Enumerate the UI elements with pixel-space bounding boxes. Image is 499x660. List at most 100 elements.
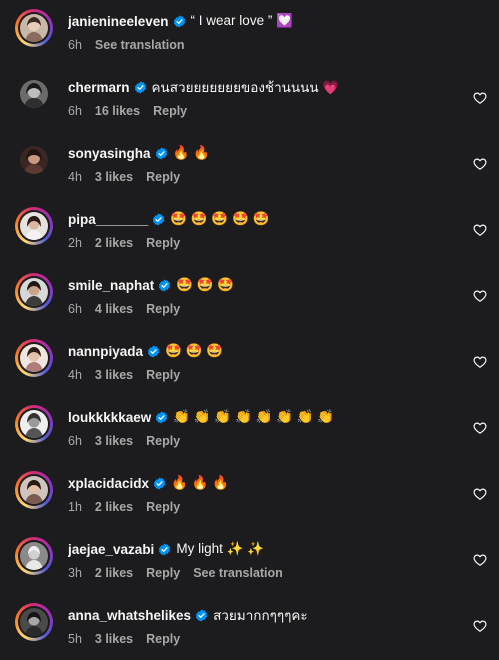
likes-count[interactable]: 2 likes <box>95 500 133 514</box>
avatar-ring[interactable] <box>15 9 53 47</box>
comment-time[interactable]: 4h <box>68 368 82 382</box>
comment-time[interactable]: 6h <box>68 302 82 316</box>
avatar[interactable] <box>20 344 48 372</box>
see-translation-button[interactable]: See translation <box>193 566 283 580</box>
comment-time[interactable]: 4h <box>68 170 82 184</box>
likes-count[interactable]: 3 likes <box>95 632 133 646</box>
verified-badge-icon <box>158 278 171 292</box>
likes-count[interactable]: 2 likes <box>95 566 133 580</box>
avatar[interactable] <box>20 542 48 570</box>
comment-text: 👏 👏 👏 👏 👏 👏 👏 👏 <box>173 409 335 424</box>
comment-text: 🔥 🔥 <box>172 145 210 160</box>
likes-count[interactable]: 2 likes <box>95 236 133 250</box>
comment-text: 🔥 🔥 🔥 <box>171 475 229 490</box>
likes-count[interactable]: 3 likes <box>95 170 133 184</box>
avatar[interactable] <box>20 80 48 108</box>
avatar-ring[interactable] <box>15 339 53 377</box>
comment-time[interactable]: 1h <box>68 500 82 514</box>
comment-item: pipa_______ 🤩 🤩 🤩 🤩 🤩 2h 2 likes Reply <box>0 198 499 264</box>
reply-button[interactable]: Reply <box>146 500 180 514</box>
likes-count[interactable]: 4 likes <box>95 302 133 316</box>
verified-badge-icon <box>147 344 160 358</box>
verified-badge-icon <box>152 212 165 226</box>
comment-item: sonyasingha 🔥 🔥 4h 3 likes Reply <box>0 132 499 198</box>
heart-outline-icon[interactable] <box>473 619 487 633</box>
avatar[interactable] <box>20 278 48 306</box>
comment-username[interactable]: jaejae_vazabi <box>68 542 154 557</box>
reply-button[interactable]: Reply <box>146 302 180 316</box>
comment-username[interactable]: sonyasingha <box>68 146 151 161</box>
reply-button[interactable]: Reply <box>146 236 180 250</box>
comment-text: 🤩 🤩 🤩 🤩 🤩 <box>170 211 270 226</box>
comment-text: My light ✨ ✨ <box>176 541 264 556</box>
avatar[interactable] <box>20 410 48 438</box>
comment-item: nannpiyada 🤩 🤩 🤩 4h 3 likes Reply <box>0 330 499 396</box>
heart-outline-icon[interactable] <box>473 355 487 369</box>
reply-button[interactable]: Reply <box>146 566 180 580</box>
avatar[interactable] <box>20 14 48 42</box>
verified-badge-icon <box>195 608 208 622</box>
comment-time[interactable]: 6h <box>68 434 82 448</box>
likes-count[interactable]: 3 likes <box>95 368 133 382</box>
comment-username[interactable]: janienineeleven <box>68 14 169 29</box>
verified-badge-icon <box>158 542 171 556</box>
avatar-ring[interactable] <box>15 603 53 641</box>
heart-outline-icon[interactable] <box>473 91 487 105</box>
comment-username[interactable]: anna_whatshelikes <box>68 608 191 623</box>
avatar[interactable] <box>20 212 48 240</box>
reply-button[interactable]: Reply <box>146 368 180 382</box>
comment-item: xplacidacidx 🔥 🔥 🔥 1h 2 likes Reply <box>0 462 499 528</box>
verified-badge-icon <box>173 14 186 28</box>
avatar-ring[interactable] <box>15 405 53 443</box>
comment-item: jaejae_vazabi My light ✨ ✨ 3h 2 likes Re… <box>0 528 499 594</box>
comment-text: คนสวยยยยยยยของช้านนนน 💗 <box>151 80 340 95</box>
comment-username[interactable]: smile_naphat <box>68 278 154 293</box>
avatar-ring[interactable] <box>15 537 53 575</box>
reply-button[interactable]: Reply <box>146 170 180 184</box>
heart-outline-icon[interactable] <box>473 223 487 237</box>
avatar[interactable] <box>20 146 48 174</box>
comments-list: janienineeleven “ I wear love ” 💟 6h See… <box>0 0 499 658</box>
comment-time[interactable]: 6h <box>68 38 82 52</box>
avatar[interactable] <box>20 608 48 636</box>
comment-time[interactable]: 2h <box>68 236 82 250</box>
heart-outline-icon[interactable] <box>473 157 487 171</box>
comment-time[interactable]: 6h <box>68 104 82 118</box>
comment-username[interactable]: nannpiyada <box>68 344 143 359</box>
comment-item: chermarn คนสวยยยยยยยของช้านนนน 💗 6h 16 l… <box>0 66 499 132</box>
reply-button[interactable]: Reply <box>146 632 180 646</box>
see-translation-button[interactable]: See translation <box>95 38 185 52</box>
heart-outline-icon[interactable] <box>473 289 487 303</box>
comment-username[interactable]: chermarn <box>68 80 130 95</box>
comment-username[interactable]: pipa_______ <box>68 212 148 227</box>
comment-text: 🤩 🤩 🤩 <box>165 343 223 358</box>
likes-count[interactable]: 16 likes <box>95 104 140 118</box>
comment-item: janienineeleven “ I wear love ” 💟 6h See… <box>0 0 499 66</box>
likes-count[interactable]: 3 likes <box>95 434 133 448</box>
comment-username[interactable]: loukkkkkaew <box>68 410 151 425</box>
avatar-ring[interactable] <box>15 141 53 179</box>
comment-item: loukkkkkaew 👏 👏 👏 👏 👏 👏 👏 👏 6h 3 likes R… <box>0 396 499 462</box>
comment-time[interactable]: 3h <box>68 566 82 580</box>
reply-button[interactable]: Reply <box>146 434 180 448</box>
avatar[interactable] <box>20 476 48 504</box>
comment-item: smile_naphat 🤩 🤩 🤩 6h 4 likes Reply <box>0 264 499 330</box>
avatar-ring[interactable] <box>15 273 53 311</box>
verified-badge-icon <box>155 146 168 160</box>
comment-username[interactable]: xplacidacidx <box>68 476 149 491</box>
comment-text: “ I wear love ” 💟 <box>190 13 293 28</box>
comment-text: สวยมากกๆๆๆคะ <box>213 608 308 623</box>
comment-time[interactable]: 5h <box>68 632 82 646</box>
avatar-ring[interactable] <box>15 207 53 245</box>
heart-outline-icon[interactable] <box>473 421 487 435</box>
verified-badge-icon <box>134 80 147 94</box>
verified-badge-icon <box>153 476 166 490</box>
comment-item: anna_whatshelikes สวยมากกๆๆๆคะ 5h 3 like… <box>0 594 499 660</box>
heart-outline-icon[interactable] <box>473 487 487 501</box>
avatar-ring[interactable] <box>15 75 53 113</box>
verified-badge-icon <box>155 410 168 424</box>
reply-button[interactable]: Reply <box>153 104 187 118</box>
heart-outline-icon[interactable] <box>473 553 487 567</box>
comment-text: 🤩 🤩 🤩 <box>176 277 235 292</box>
avatar-ring[interactable] <box>15 471 53 509</box>
